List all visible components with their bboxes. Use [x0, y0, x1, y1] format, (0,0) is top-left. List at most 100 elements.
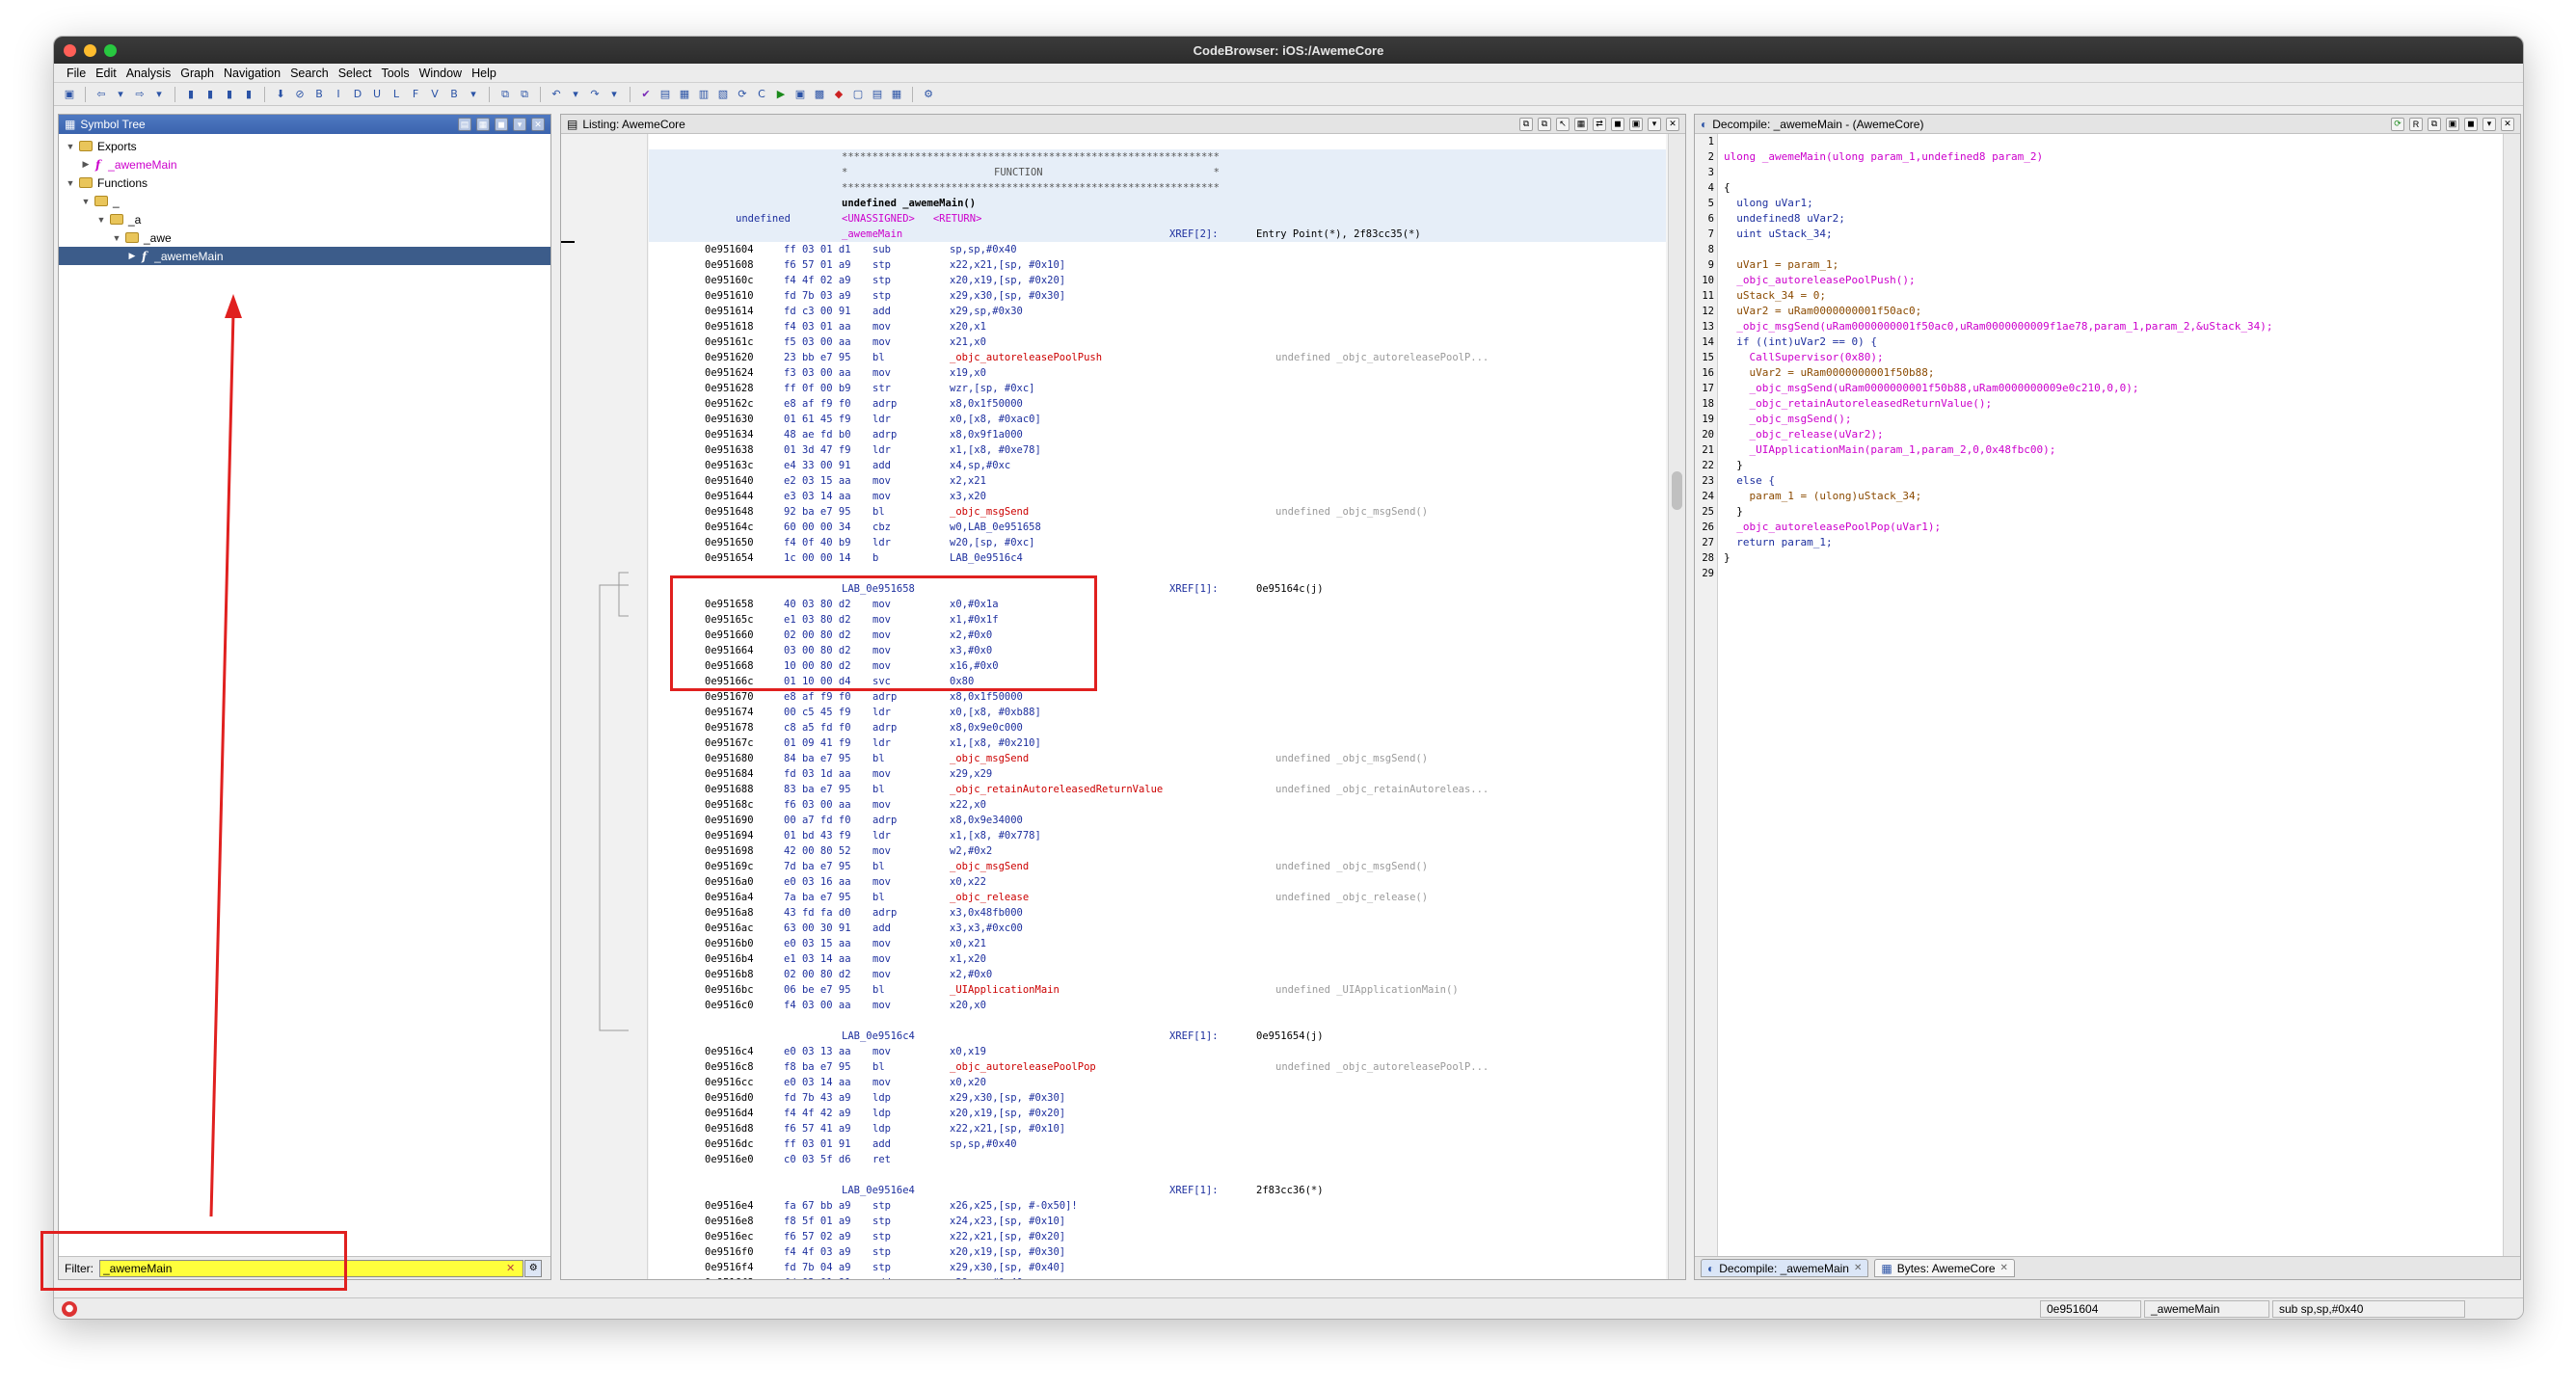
instruction-icon[interactable]: I [331, 87, 346, 102]
decompiler-line[interactable]: 10 _objc_autoreleasePoolPush(); [1695, 273, 2503, 288]
instruction-row[interactable]: 0e9516d4 f4 4f 42 a9 ldp x20,x19,[sp, #0x20… [649, 1106, 1666, 1121]
tree-item[interactable]: ▼ _ [59, 192, 550, 210]
instruction-row[interactable]: 0e95164c 60 00 00 34 cbz w0,LAB_0e951658 [649, 520, 1666, 535]
next-instruction-icon[interactable]: ▮ [183, 87, 199, 102]
instruction-row[interactable]: 0e9516c4 e0 03 13 aa mov x0,x19 [649, 1044, 1666, 1059]
menu-navigation[interactable]: Navigation [219, 67, 285, 80]
options-icon[interactable]: ▣ [1629, 117, 1643, 131]
decompiler-line[interactable]: 13 _objc_msgSend(uRam0000000001f50ac0,uR… [1695, 319, 2503, 334]
dropdown-icon[interactable]: ▾ [568, 87, 583, 102]
close-icon[interactable]: ✕ [531, 118, 545, 131]
dropdown-icon[interactable]: ▾ [113, 87, 128, 102]
decompiler-line[interactable]: 22 } [1695, 458, 2503, 473]
tree-item[interactable]: ▼ Exports [59, 137, 550, 155]
instruction-row[interactable]: 0e951654 1c 00 00 14 b LAB_0e9516c4 [649, 550, 1666, 566]
copy-icon[interactable]: ⧉ [497, 87, 513, 102]
decompiler-line[interactable]: 18 _objc_retainAutoreleasedReturnValue()… [1695, 396, 2503, 412]
listing-scrollbar[interactable] [1668, 134, 1685, 1279]
defined-strings-icon[interactable]: ▩ [812, 87, 827, 102]
undefined-icon[interactable]: U [369, 87, 385, 102]
instruction-row[interactable]: 0e951640 e2 03 15 aa mov x2,x21 [649, 473, 1666, 489]
close-icon[interactable]: ✕ [1666, 117, 1679, 131]
instruction-row[interactable]: 0e9516d0 fd 7b 43 a9 ldp x29,x30,[sp, #0x30… [649, 1090, 1666, 1106]
tree-item[interactable]: ▶ f _awemeMain [59, 155, 550, 174]
instruction-row[interactable]: 0e9516f8 fd 03 01 91 add x29,sp,#0x40 [649, 1275, 1666, 1279]
instruction-row[interactable]: 0e9516dc ff 03 01 91 add sp,sp,#0x40 [649, 1136, 1666, 1152]
decompiler-line[interactable]: 2 ulong _awemeMain(ulong param_1,undefine… [1695, 149, 2503, 165]
menu-tools[interactable]: Tools [376, 67, 414, 80]
instruction-row[interactable]: 0e951634 48 ae fd b0 adrp x8,0x9f1a000 [649, 427, 1666, 442]
instruction-row[interactable]: 0e9516ac 63 00 30 91 add x3,x3,#0xc00 [649, 921, 1666, 936]
dropdown-icon[interactable]: ▾ [151, 87, 167, 102]
copy-icon[interactable]: ⧉ [1519, 117, 1533, 131]
next-undefined-icon[interactable]: ▮ [222, 87, 237, 102]
instruction-row[interactable]: 0e9516b0 e0 03 15 aa mov x0,x21 [649, 936, 1666, 951]
decompiler-line[interactable]: 27 return param_1; [1695, 535, 2503, 550]
instruction-row[interactable]: 0e951680 84 ba e7 95 bl _objc_msgSend undefi… [649, 751, 1666, 766]
decompiler-line[interactable]: 23 else { [1695, 473, 2503, 489]
snapshot-icon[interactable]: ◼ [1611, 117, 1624, 131]
decompiler-scrollbar[interactable] [2503, 134, 2520, 1256]
stop-icon[interactable]: ⊘ [292, 87, 308, 102]
listing-text[interactable]: ****************************************… [649, 134, 1666, 1279]
bytes-view-icon[interactable]: ▣ [792, 87, 808, 102]
instruction-row[interactable]: 0e9516f4 fd 7b 04 a9 stp x29,x30,[sp, #0x40… [649, 1260, 1666, 1275]
decompiler-line[interactable]: 29 [1695, 566, 2503, 581]
expanded-toggle-icon[interactable]: ▼ [65, 178, 76, 188]
bookmarks-icon[interactable]: ▤ [870, 87, 885, 102]
close-window-button[interactable] [64, 44, 76, 57]
data-icon[interactable]: D [350, 87, 365, 102]
instruction-row[interactable]: 0e951628 ff 0f 00 b9 str wzr,[sp, #0xc] [649, 381, 1666, 396]
code-label-row[interactable]: LAB_0e9516c4 XREF[1]: 0e951654(j) [649, 1029, 1666, 1044]
listing-scroll-thumb[interactable] [1672, 471, 1682, 510]
instruction-row[interactable]: 0e9516a4 7a ba e7 95 bl _objc_release undefi… [649, 890, 1666, 905]
close-tab-icon[interactable]: ✕ [2000, 1263, 2008, 1273]
instruction-row[interactable]: 0e9516ec f6 57 02 a9 stp x22,x21,[sp, #0x20… [649, 1229, 1666, 1244]
instruction-row[interactable]: 0e9516c8 f8 ba e7 95 bl _objc_autoreleasePo… [649, 1059, 1666, 1075]
redo-icon[interactable]: ↷ [587, 87, 603, 102]
minimize-window-button[interactable] [84, 44, 96, 57]
cursor-icon[interactable]: ↖ [1556, 117, 1570, 131]
instruction-row[interactable]: 0e951644 e3 03 14 aa mov x3,x20 [649, 489, 1666, 504]
instruction-row[interactable]: 0e951620 23 bb e7 95 bl _objc_autoreleasePo… [649, 350, 1666, 365]
label-icon[interactable]: L [389, 87, 404, 102]
next-label-icon[interactable]: ▮ [241, 87, 256, 102]
listing-icon[interactable]: ▤ [657, 87, 673, 102]
function-graph-icon[interactable]: ⟳ [735, 87, 750, 102]
instruction-row[interactable]: 0e951694 01 bd 43 f9 ldr x1,[x8, #0x778] [649, 828, 1666, 843]
program-tree-icon[interactable]: ▦ [677, 87, 692, 102]
memory-map-icon[interactable]: ▥ [696, 87, 711, 102]
instruction-row[interactable]: 0e9516bc 06 be e7 95 bl _UIApplicationMain u… [649, 982, 1666, 998]
instruction-row[interactable]: 0e9516f0 f4 4f 03 a9 stp x20,x19,[sp, #0x30… [649, 1244, 1666, 1260]
collapsed-toggle-icon[interactable]: ▶ [126, 251, 138, 261]
bookmark-icon[interactable]: B [311, 87, 327, 102]
menu-file[interactable]: File [62, 67, 91, 80]
menu-edit[interactable]: Edit [91, 67, 121, 80]
instruction-row[interactable]: 0e95162c e8 af f9 f0 adrp x8,0x1f50000 [649, 396, 1666, 412]
export-icon[interactable]: ▣ [2446, 117, 2459, 131]
console-status-icon[interactable]: ● [62, 1300, 77, 1317]
instruction-row[interactable]: 0e9516e0 c0 03 5f d6 ret [649, 1152, 1666, 1167]
tree-item[interactable]: ▶ f _awemeMain [59, 247, 550, 265]
read-only-icon[interactable]: R [2409, 117, 2423, 131]
decompiler-line[interactable]: 19 _objc_msgSend(); [1695, 412, 2503, 427]
instruction-row[interactable]: 0e951648 92 ba e7 95 bl _objc_msgSend undefi… [649, 504, 1666, 520]
menu-graph[interactable]: Graph [175, 67, 219, 80]
menu-analysis[interactable]: Analysis [121, 67, 176, 80]
instruction-row[interactable]: 0e9516e8 f8 5f 01 a9 stp x24,x23,[sp, #0x10… [649, 1214, 1666, 1229]
decompiler-line[interactable]: 14 if ((int)uVar2 == 0) { [1695, 334, 2503, 350]
instruction-row[interactable]: 0e951650 f4 0f 40 b9 ldr w20,[sp, #0xc] [649, 535, 1666, 550]
instruction-row[interactable]: 0e951690 00 a7 fd f0 adrp x8,0x9e34000 [649, 813, 1666, 828]
decompiler-line[interactable]: 11 uStack_34 = 0; [1695, 288, 2503, 304]
filter-options-icon[interactable]: ⚙ [524, 1259, 543, 1277]
menu-window[interactable]: Window [415, 67, 467, 80]
clear-filter-icon[interactable]: ✕ [506, 1262, 515, 1274]
data-types-icon[interactable]: ▧ [715, 87, 731, 102]
create-class-icon[interactable]: ▦ [476, 118, 490, 131]
script-manager-icon[interactable]: ◆ [831, 87, 846, 102]
decompiler-line[interactable]: 1 [1695, 134, 2503, 149]
instruction-row[interactable]: 0e9516a8 43 fd fa d0 adrp x3,0x48fb000 [649, 905, 1666, 921]
value-icon[interactable]: V [427, 87, 443, 102]
decompiler-line[interactable]: 28} [1695, 550, 2503, 566]
instruction-row[interactable]: 0e951678 c8 a5 fd f0 adrp x8,0x9e0c000 [649, 720, 1666, 735]
